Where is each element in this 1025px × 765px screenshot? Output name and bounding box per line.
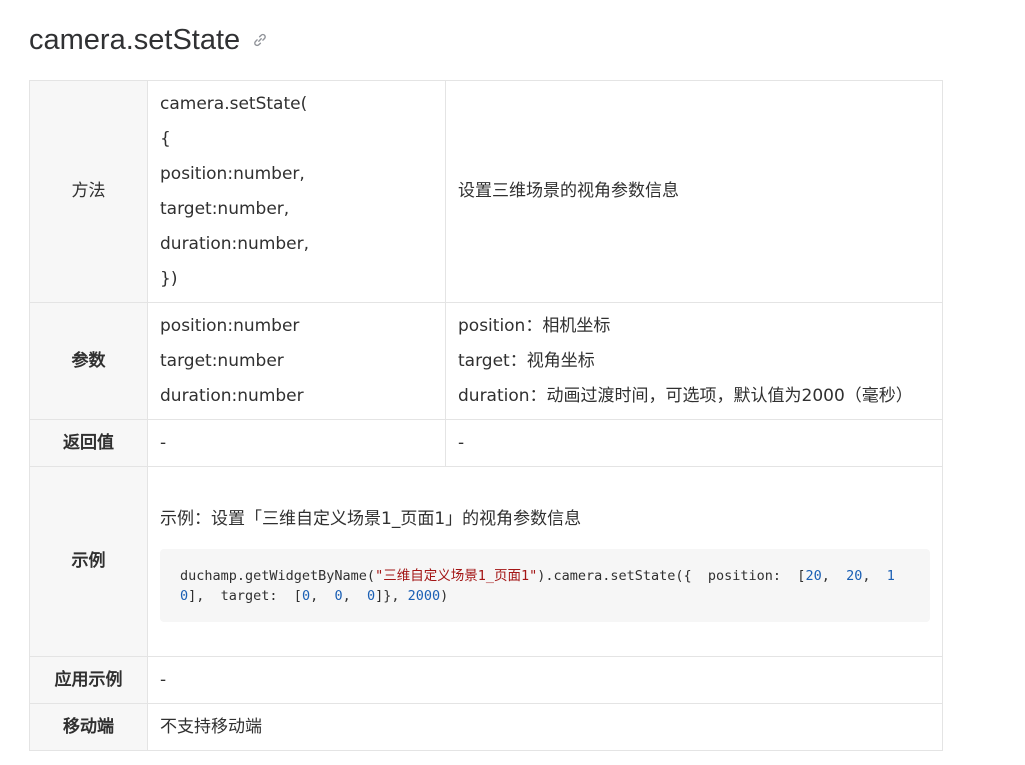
params-descriptions: position：相机坐标 target：视角坐标 duration：动画过渡时…	[445, 302, 943, 420]
link-icon[interactable]	[252, 32, 268, 48]
param-name: duration:number	[160, 385, 304, 406]
code-text: ,	[310, 587, 335, 604]
return-value: -	[147, 419, 446, 467]
mobile-row: 移动端 不支持移动端	[29, 703, 943, 751]
code-text: ,	[342, 587, 367, 604]
code-text: ,	[821, 567, 847, 584]
page-title-text: camera.setState	[29, 23, 241, 56]
signature-line: duration:number,	[160, 233, 310, 254]
code-number: 0	[301, 587, 311, 604]
signature-line: target:number,	[160, 198, 290, 219]
params-row: 参数 position:number target:number duratio…	[29, 302, 943, 420]
example-row: 示例 示例：设置「三维自定义场景1_页面1」的视角参数信息 duchamp.ge…	[29, 466, 943, 657]
method-description: 设置三维场景的视角参数信息	[445, 80, 943, 303]
api-table: 方法 camera.setState( { position:number, t…	[29, 80, 943, 751]
param-description: target：视角坐标	[458, 350, 595, 371]
method-signature: camera.setState( { position:number, targ…	[147, 80, 446, 303]
code-text: )	[440, 587, 449, 604]
code-text: ], target: [	[188, 587, 302, 604]
param-name: target:number	[160, 350, 284, 371]
param-description: position：相机坐标	[458, 315, 611, 336]
example-content: 示例：设置「三维自定义场景1_页面1」的视角参数信息 duchamp.getWi…	[147, 466, 943, 657]
return-row: 返回值 - -	[29, 419, 943, 467]
mobile-label: 移动端	[29, 703, 148, 751]
signature-line: position:number,	[160, 163, 305, 184]
example-label: 示例	[29, 466, 148, 657]
mobile-value: 不支持移动端	[147, 703, 943, 751]
code-number: 2000	[407, 587, 441, 604]
method-label: 方法	[29, 80, 148, 303]
param-description: duration：动画过渡时间，可选项，默认值为2000（毫秒）	[458, 385, 913, 406]
app-example-row: 应用示例 -	[29, 656, 943, 704]
signature-line: })	[160, 268, 178, 289]
code-number: 20	[846, 567, 863, 584]
code-text: ]},	[375, 587, 408, 604]
method-row: 方法 camera.setState( { position:number, t…	[29, 80, 943, 303]
code-number: 0	[367, 587, 376, 604]
return-description: -	[445, 419, 943, 467]
app-example-label: 应用示例	[29, 656, 148, 704]
code-number: 20	[805, 567, 822, 584]
code-text: ).camera.setState({ position: [	[537, 567, 806, 584]
return-label: 返回值	[29, 419, 148, 467]
code-number: 0	[334, 587, 343, 604]
param-name: position:number	[160, 315, 300, 336]
example-description: 示例：设置「三维自定义场景1_页面1」的视角参数信息	[160, 508, 582, 529]
page-title: camera.setState	[29, 20, 268, 60]
code-string: "三维自定义场景1_页面1"	[375, 567, 538, 584]
app-example-value: -	[147, 656, 943, 704]
code-block: duchamp.getWidgetByName("三维自定义场景1_页面1").…	[160, 548, 930, 622]
params-label: 参数	[29, 302, 148, 420]
code-text: duchamp.getWidgetByName(	[180, 567, 376, 584]
params-names: position:number target:number duration:n…	[147, 302, 446, 420]
signature-line: camera.setState(	[160, 93, 308, 114]
code-text: ,	[862, 567, 887, 584]
signature-line: {	[160, 128, 171, 149]
